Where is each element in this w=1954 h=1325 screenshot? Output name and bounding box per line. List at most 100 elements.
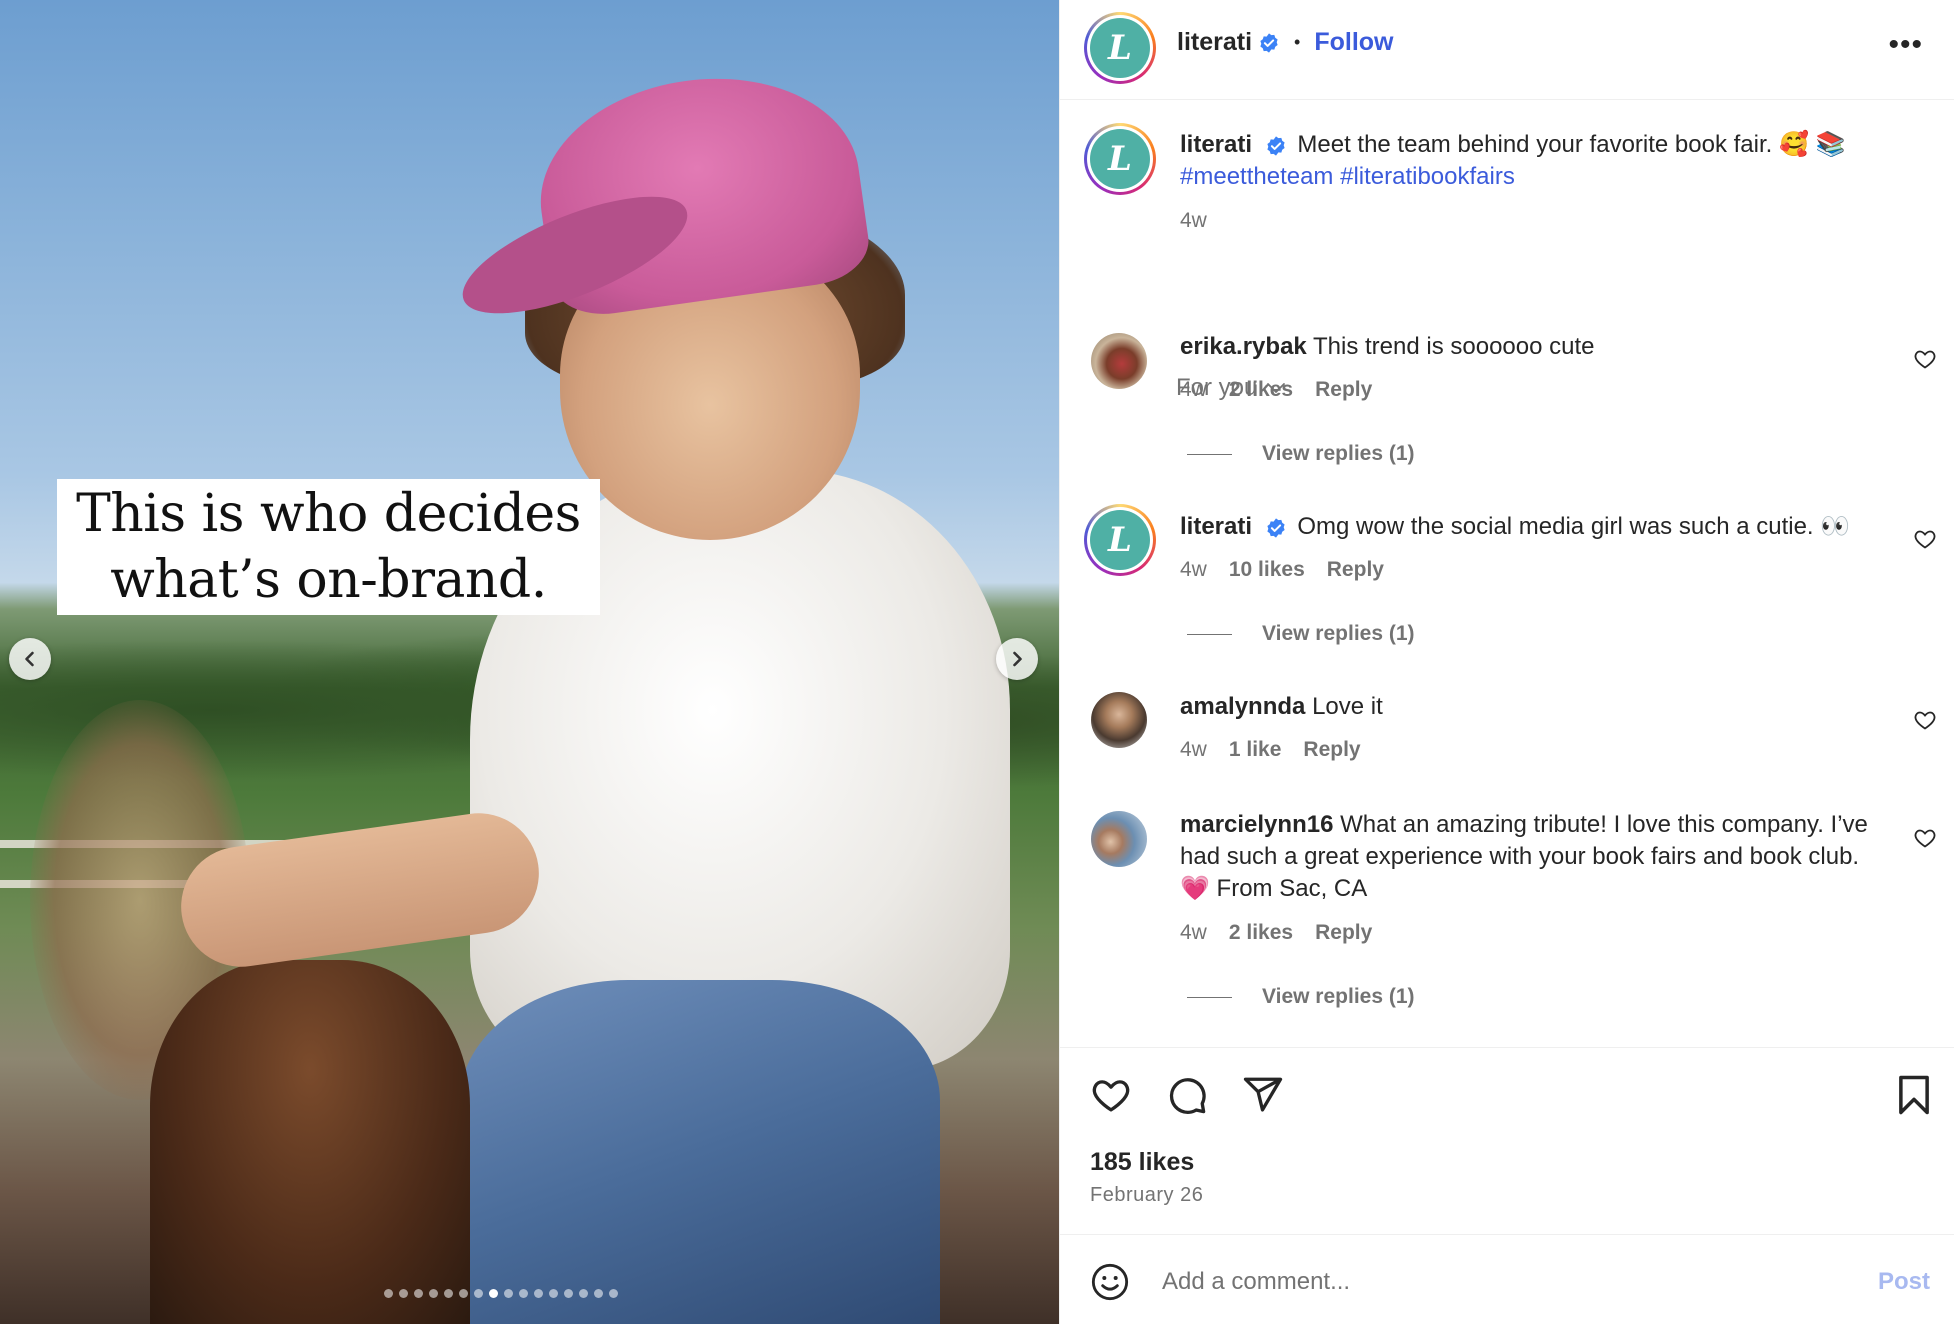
- comment-text-row: amalynnda Love it: [1180, 691, 1880, 723]
- comment-username[interactable]: erika.rybak: [1180, 333, 1307, 360]
- carousel-dot: [399, 1289, 408, 1298]
- author-username[interactable]: literati: [1177, 28, 1252, 57]
- post-media-carousel[interactable]: This is who decides what’s on-brand.: [0, 0, 1059, 1324]
- commenter-avatar[interactable]: L: [1084, 504, 1156, 576]
- carousel-dot: [594, 1289, 603, 1298]
- like-comment-heart-icon[interactable]: [1913, 826, 1937, 850]
- comment-text-row: marcielynn16 What an amazing tribute! I …: [1180, 809, 1890, 905]
- view-replies-button[interactable]: View replies (1): [1187, 442, 1415, 466]
- carousel-prev-button[interactable]: [9, 638, 51, 680]
- like-heart-icon[interactable]: [1090, 1074, 1132, 1116]
- comment-likes[interactable]: 1 like: [1229, 738, 1282, 762]
- caption-author-avatar[interactable]: L: [1084, 123, 1156, 195]
- comment-age: 4w: [1180, 378, 1207, 401]
- post-likes-count[interactable]: 185 likes: [1090, 1148, 1194, 1177]
- comment-meta: 4w 1 like Reply: [1180, 738, 1361, 762]
- post-caption: literati Meet the team behind your favor…: [1180, 129, 1910, 193]
- carousel-dot: [609, 1289, 618, 1298]
- comment-text: Omg wow the social media girl was such a…: [1297, 513, 1851, 540]
- caption-meta: 4w: [1180, 209, 1207, 233]
- literati-logo: L: [1090, 129, 1150, 189]
- author-avatar[interactable]: L: [1084, 12, 1156, 84]
- commenter-avatar[interactable]: [1091, 333, 1147, 389]
- comment-meta: 4w 2 likes Reply: [1180, 378, 1372, 402]
- add-comment-bar: Post: [1060, 1234, 1954, 1325]
- post-comment-button[interactable]: Post: [1878, 1268, 1930, 1296]
- carousel-dot: [579, 1289, 588, 1298]
- verified-badge-icon: [1267, 136, 1285, 156]
- carousel-dot: [504, 1289, 513, 1298]
- replies-divider: [1187, 453, 1232, 455]
- chevron-left-icon: [25, 651, 34, 667]
- more-dots-icon: •••: [1888, 28, 1923, 61]
- emoji-smiley-icon[interactable]: [1090, 1262, 1130, 1302]
- save-bookmark-icon[interactable]: [1896, 1074, 1932, 1116]
- caption-text: Meet the team behind your favorite book …: [1297, 131, 1846, 158]
- post-date: February 26: [1090, 1184, 1204, 1206]
- comment-likes[interactable]: 10 likes: [1229, 558, 1305, 582]
- comments-section[interactable]: L literati Meet the team behind your fav…: [1060, 100, 1954, 1046]
- follow-button[interactable]: Follow: [1314, 28, 1393, 57]
- commenter-avatar[interactable]: [1091, 811, 1147, 867]
- view-replies-button[interactable]: View replies (1): [1187, 622, 1415, 646]
- comment-age: 4w: [1180, 558, 1207, 581]
- image-text-overlay: This is who decides what’s on-brand.: [57, 479, 600, 615]
- carousel-next-button[interactable]: [996, 638, 1038, 680]
- carousel-dot: [429, 1289, 438, 1298]
- carousel-dot: [414, 1289, 423, 1298]
- share-paper-plane-icon[interactable]: [1242, 1074, 1284, 1116]
- literati-logo: L: [1090, 18, 1150, 78]
- carousel-dot: [534, 1289, 543, 1298]
- comment-likes[interactable]: 2 likes: [1229, 378, 1293, 402]
- comment-age: 4w: [1180, 921, 1207, 944]
- comment-text-row: literati Omg wow the social media girl w…: [1180, 511, 1910, 543]
- chevron-right-icon: [1013, 651, 1022, 667]
- view-replies-button[interactable]: View replies (1): [1187, 985, 1415, 1009]
- carousel-dot: [444, 1289, 453, 1298]
- overlay-line-2: what’s on-brand.: [110, 550, 547, 610]
- carousel-dot: [489, 1289, 498, 1298]
- caption-hashtags[interactable]: #meettheteam #literatibookfairs: [1180, 163, 1515, 190]
- reply-button[interactable]: Reply: [1315, 921, 1372, 945]
- carousel-dots: [384, 1289, 618, 1298]
- carousel-dot: [549, 1289, 558, 1298]
- photo-saddle: [150, 960, 470, 1324]
- overlay-line-1: This is who decides: [76, 484, 581, 544]
- view-replies-label: View replies (1): [1262, 985, 1415, 1008]
- comment-likes[interactable]: 2 likes: [1229, 921, 1293, 945]
- comment-username[interactable]: amalynnda: [1180, 693, 1305, 720]
- like-comment-heart-icon[interactable]: [1913, 347, 1937, 371]
- more-options-button[interactable]: •••: [1888, 28, 1923, 62]
- comment-username[interactable]: literati: [1180, 513, 1252, 540]
- post-action-bar: 185 likes February 26: [1060, 1047, 1954, 1234]
- comment-text: Love it: [1312, 693, 1383, 720]
- comment-text-row: erika.rybak This trend is soooooo cute: [1180, 331, 1880, 363]
- carousel-dot: [459, 1289, 468, 1298]
- replies-divider: [1187, 633, 1232, 635]
- post-details-panel: L literati • Follow ••• L literati Meet …: [1059, 0, 1954, 1324]
- comment-username[interactable]: marcielynn16: [1180, 811, 1333, 838]
- commenter-avatar[interactable]: [1091, 692, 1147, 748]
- like-comment-heart-icon[interactable]: [1913, 708, 1937, 732]
- comment-bubble-icon[interactable]: [1166, 1074, 1208, 1116]
- verified-badge-icon: [1260, 32, 1278, 53]
- post-header: L literati • Follow •••: [1060, 0, 1954, 100]
- view-replies-label: View replies (1): [1262, 622, 1415, 645]
- like-comment-heart-icon[interactable]: [1913, 527, 1937, 551]
- carousel-dot: [474, 1289, 483, 1298]
- caption-age: 4w: [1180, 209, 1207, 232]
- reply-button[interactable]: Reply: [1303, 738, 1360, 762]
- comment-text: This trend is soooooo cute: [1313, 333, 1595, 360]
- comment-meta: 4w 2 likes Reply: [1180, 921, 1372, 945]
- comment-meta: 4w 10 likes Reply: [1180, 558, 1384, 582]
- view-replies-label: View replies (1): [1262, 442, 1415, 465]
- carousel-dot: [519, 1289, 528, 1298]
- reply-button[interactable]: Reply: [1327, 558, 1384, 582]
- carousel-dot: [384, 1289, 393, 1298]
- reply-button[interactable]: Reply: [1315, 378, 1372, 402]
- carousel-dot: [564, 1289, 573, 1298]
- header-separator: •: [1294, 32, 1301, 52]
- comment-input[interactable]: [1160, 1261, 1814, 1303]
- photo-jeans: [460, 980, 940, 1324]
- caption-username[interactable]: literati: [1180, 131, 1252, 158]
